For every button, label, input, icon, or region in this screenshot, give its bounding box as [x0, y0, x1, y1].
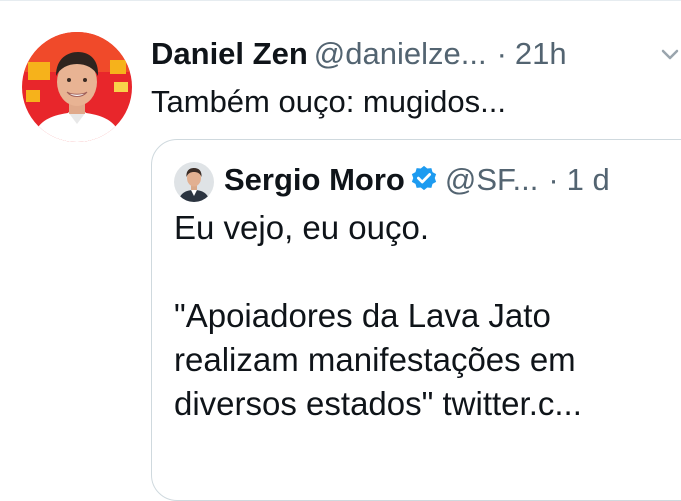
chevron-down-icon[interactable] — [660, 44, 680, 64]
avatar-photo — [22, 32, 132, 142]
quoted-text-line: "Apoiadores da Lava Jato — [174, 297, 551, 334]
tweet-header: Daniel Zen @danielze... · 21h — [151, 34, 567, 74]
quoted-tweet-time[interactable]: 1 d — [567, 162, 610, 197]
quoted-text-spacer — [174, 250, 681, 294]
quoted-author-avatar[interactable] — [174, 162, 214, 202]
quoted-text-line: Eu vejo, eu ouço. — [174, 209, 430, 246]
tweet-text: Também ouço: mugidos... — [151, 84, 506, 119]
quoted-author-handle[interactable]: @SF... — [445, 162, 538, 197]
separator-dot: · — [496, 36, 507, 71]
quoted-avatar-photo — [174, 162, 214, 202]
quoted-separator-dot: · — [548, 162, 559, 197]
quoted-tweet-header: Sergio Moro @SF... · 1 d — [224, 160, 610, 200]
tweet[interactable]: Daniel Zen @danielze... · 21h Também ouço: … — [0, 0, 681, 501]
quoted-tweet-text: Eu vejo, eu ouço. "Apoiadores da Lava Ja… — [174, 206, 681, 426]
quoted-tweet-card[interactable]: Sergio Moro @SF... · 1 d Eu vejo, eu ouço. … — [151, 139, 681, 501]
verified-badge-icon — [409, 164, 439, 194]
author-name[interactable]: Daniel Zen — [151, 36, 308, 71]
tweet-time[interactable]: 21h — [515, 36, 567, 71]
author-handle[interactable]: @danielze... — [314, 36, 487, 71]
quoted-author-name[interactable]: Sergio Moro — [224, 162, 405, 197]
author-avatar[interactable] — [22, 32, 132, 142]
quoted-text-line: realizam manifestações em — [174, 341, 576, 378]
quoted-text-line: diversos estados" twitter.c... — [174, 385, 582, 422]
